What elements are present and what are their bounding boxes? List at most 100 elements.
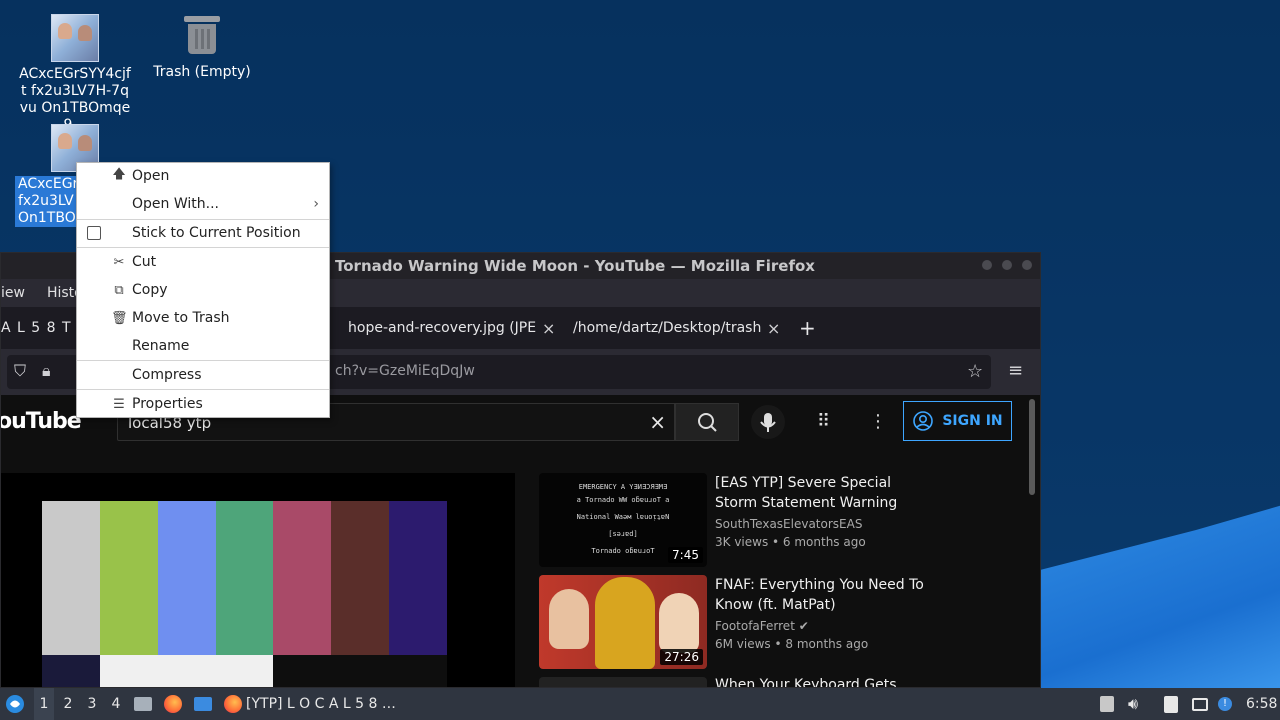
youtube-logo[interactable]: ouTube: [1, 409, 82, 434]
video-thumbnail[interactable]: [539, 677, 707, 687]
tab-label: hope-and-recovery.jpg (JPEG: [348, 320, 536, 336]
desktop-icon-label: ACxcEGr fx2u3LV On1TBO: [15, 176, 79, 227]
menu-item-label: Open With...: [132, 196, 219, 212]
tab-trash-folder[interactable]: /home/dartz/Desktop/trash-c ×: [573, 307, 783, 349]
voice-search-button[interactable]: [751, 405, 785, 439]
menu-item-label: Cut: [132, 254, 157, 270]
video-meta: 6M views • 8 months ago: [715, 637, 869, 651]
video-duration: 7:45: [668, 547, 703, 563]
menu-separator: [77, 389, 329, 390]
clear-search-icon[interactable]: ×: [649, 410, 666, 434]
menu-item-stick-to-position[interactable]: Stick to Current Position: [77, 220, 329, 246]
workspace-1[interactable]: 1: [34, 688, 54, 720]
folder-icon: [134, 697, 152, 711]
firefox-launcher[interactable]: [164, 688, 186, 720]
apps-grid-icon[interactable]: ⠿: [817, 411, 830, 432]
menu-separator: [77, 247, 329, 248]
upload-icon: 🡅: [112, 167, 126, 182]
chevron-right-icon: ›: [313, 196, 319, 212]
workspace-4[interactable]: 4: [106, 688, 126, 720]
channel-name[interactable]: FootofaFerret ✔: [715, 619, 809, 633]
menu-item-open[interactable]: 🡅 Open: [77, 163, 329, 189]
recommendation-item[interactable]: EMERGENCY A YƎИƎƆЯƎMƎ a Tornado WW oƃɐuɹ…: [539, 473, 939, 569]
clock[interactable]: 6:58: [1246, 688, 1278, 720]
new-tab-button[interactable]: +: [799, 307, 816, 349]
window-controls: [982, 260, 1032, 270]
menu-item-compress[interactable]: Compress: [77, 362, 329, 388]
workspace-2[interactable]: 2: [58, 688, 78, 720]
tab-youtube[interactable]: A L 5 8 T V: [1, 307, 81, 349]
file-manager-launcher[interactable]: [134, 688, 156, 720]
removable-media-icon[interactable]: [1100, 688, 1116, 720]
taskbar-window-firefox[interactable]: [YTP] L O C A L 5 8 …: [224, 688, 414, 720]
menu-item-label: Rename: [132, 338, 190, 354]
more-options-icon[interactable]: ⋮: [869, 411, 887, 432]
color-bars-frame: [42, 501, 448, 655]
lock-icon[interactable]: 🔒︎: [42, 361, 51, 381]
url-text[interactable]: ch?v=GzeMiEqDqJw: [335, 363, 475, 379]
trash-bin-icon: [184, 14, 220, 56]
recommendation-item[interactable]: 27:26 FNAF: Everything You Need To Know …: [539, 575, 939, 671]
menu-item-open-with[interactable]: Open With... ›: [77, 191, 329, 217]
desktop-icon-label: Trash (Empty): [153, 64, 251, 80]
video-title[interactable]: [EAS YTP] Severe Special Storm Statement…: [715, 473, 935, 513]
start-menu-button[interactable]: [4, 688, 28, 720]
network-icon[interactable]: [1192, 688, 1210, 720]
menu-item-cut[interactable]: ✂ Cut: [77, 249, 329, 275]
sign-in-label: SIGN IN: [942, 413, 1003, 429]
youtube-page: ouTube local58 ytp × ⠿ ⋮ SIGN IN EMERGEN…: [1, 395, 1040, 687]
search-button[interactable]: [675, 403, 739, 441]
microphone-icon: [760, 413, 776, 432]
menu-item-rename[interactable]: Rename: [77, 333, 329, 359]
tab-label: A L 5 8 T V: [1, 320, 81, 336]
close-button[interactable]: [1022, 260, 1032, 270]
desktop-icon-trash[interactable]: Trash (Empty): [142, 14, 262, 81]
image-thumbnail-icon: [51, 14, 99, 62]
maximize-button[interactable]: [1002, 260, 1012, 270]
minimize-button[interactable]: [982, 260, 992, 270]
menu-item-label: Copy: [132, 282, 168, 298]
bookmark-star-icon[interactable]: ☆: [967, 361, 983, 382]
menu-item-properties[interactable]: ☰ Properties: [77, 391, 329, 417]
tab-close-icon[interactable]: ×: [542, 319, 555, 338]
menu-item-label: Move to Trash: [132, 310, 230, 326]
tab-jpeg[interactable]: hope-and-recovery.jpg (JPEG ×: [348, 307, 556, 349]
video-title[interactable]: FNAF: Everything You Need To Know (ft. M…: [715, 575, 935, 615]
desktop-icon-image-1[interactable]: ACxcEGrSYY4cjft fx2u3LV7H-7qvu On1TBOmqe…: [15, 14, 135, 134]
window-title: Tornado Warning Wide Moon - YouTube — Mo…: [335, 257, 815, 275]
workspace-3[interactable]: 3: [82, 688, 102, 720]
shield-icon[interactable]: ⛉: [14, 361, 26, 381]
video-thumbnail[interactable]: 27:26: [539, 575, 707, 669]
thumb-text: [səɹɐd]: [608, 530, 638, 538]
desktop-icon: [194, 697, 212, 711]
recommendation-item[interactable]: When Your Keyboard Gets: [539, 675, 939, 687]
menu-item-copy[interactable]: ⧉ Copy: [77, 277, 329, 303]
menu-item-label: Properties: [132, 396, 203, 412]
taskbar: 1 2 3 4 [YTP] L O C A L 5 8 … 🔊︎ ! 6:58: [0, 688, 1280, 720]
menu-item-label: Compress: [132, 367, 202, 383]
verified-icon: ✔: [798, 619, 809, 633]
show-desktop-button[interactable]: [194, 688, 216, 720]
hamburger-menu-icon[interactable]: ≡: [1008, 360, 1023, 381]
volume-icon[interactable]: 🔊︎: [1128, 688, 1146, 720]
video-player[interactable]: [1, 473, 515, 687]
tab-label: /home/dartz/Desktop/trash-c: [573, 320, 761, 336]
tab-close-icon[interactable]: ×: [767, 319, 780, 338]
menu-item-move-to-trash[interactable]: 🗑︎ Move to Trash: [77, 305, 329, 331]
video-meta: 3K views • 6 months ago: [715, 535, 866, 549]
video-title[interactable]: When Your Keyboard Gets: [715, 675, 935, 687]
menu-view[interactable]: iew: [1, 285, 25, 301]
context-menu: 🡅 Open Open With... › Stick to Current P…: [76, 162, 330, 418]
video-duration: 27:26: [660, 649, 703, 665]
channel-name[interactable]: SouthTexasElevatorsEAS: [715, 517, 862, 531]
list-icon: ☰: [113, 396, 125, 412]
update-notification-icon[interactable]: !: [1218, 688, 1234, 720]
clipboard-icon[interactable]: [1164, 688, 1182, 720]
app-menu-icon: [6, 695, 24, 713]
checkbox[interactable]: [87, 226, 101, 240]
page-scrollbar[interactable]: [1029, 399, 1035, 495]
taskbar-window-label: [YTP] L O C A L 5 8 …: [246, 696, 396, 712]
thumb-text: National Waəм lɐuoᴉʇɐN: [576, 513, 670, 521]
sign-in-button[interactable]: SIGN IN: [903, 401, 1012, 441]
video-thumbnail[interactable]: EMERGENCY A YƎИƎƆЯƎMƎ a Tornado WW oƃɐuɹ…: [539, 473, 707, 567]
